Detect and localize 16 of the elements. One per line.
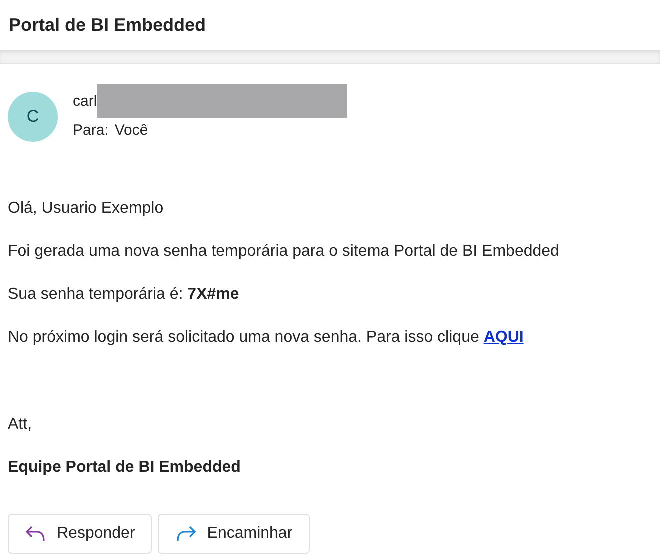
body-text: Foi gerada uma nova senha temporária para o sitema Portal de BI Embedded (8, 242, 560, 262)
reply-button[interactable]: Responder (8, 514, 152, 554)
recipient-name: Você (114, 122, 148, 139)
sender-name: carl (73, 92, 98, 110)
body-text: Sua senha temporária é: 7X#me (8, 285, 240, 305)
body-text: Olá, Usuario Exemplo (8, 199, 165, 219)
avatar: C (8, 92, 58, 142)
link[interactable]: AQUI (484, 329, 524, 346)
signature-text: Equipe Portal de BI Embedded (8, 458, 242, 478)
forward-icon (175, 525, 198, 543)
reply-icon (25, 525, 47, 543)
email-subject: Portal de BI Embedded (9, 14, 206, 36)
signature-text: Att, (8, 415, 34, 435)
forward-button[interactable]: Encaminhar (158, 514, 310, 554)
body-text: No próximo login será solicitado uma nova senha. Para isso clique (8, 329, 480, 346)
recipient-label: Para: (73, 122, 109, 139)
